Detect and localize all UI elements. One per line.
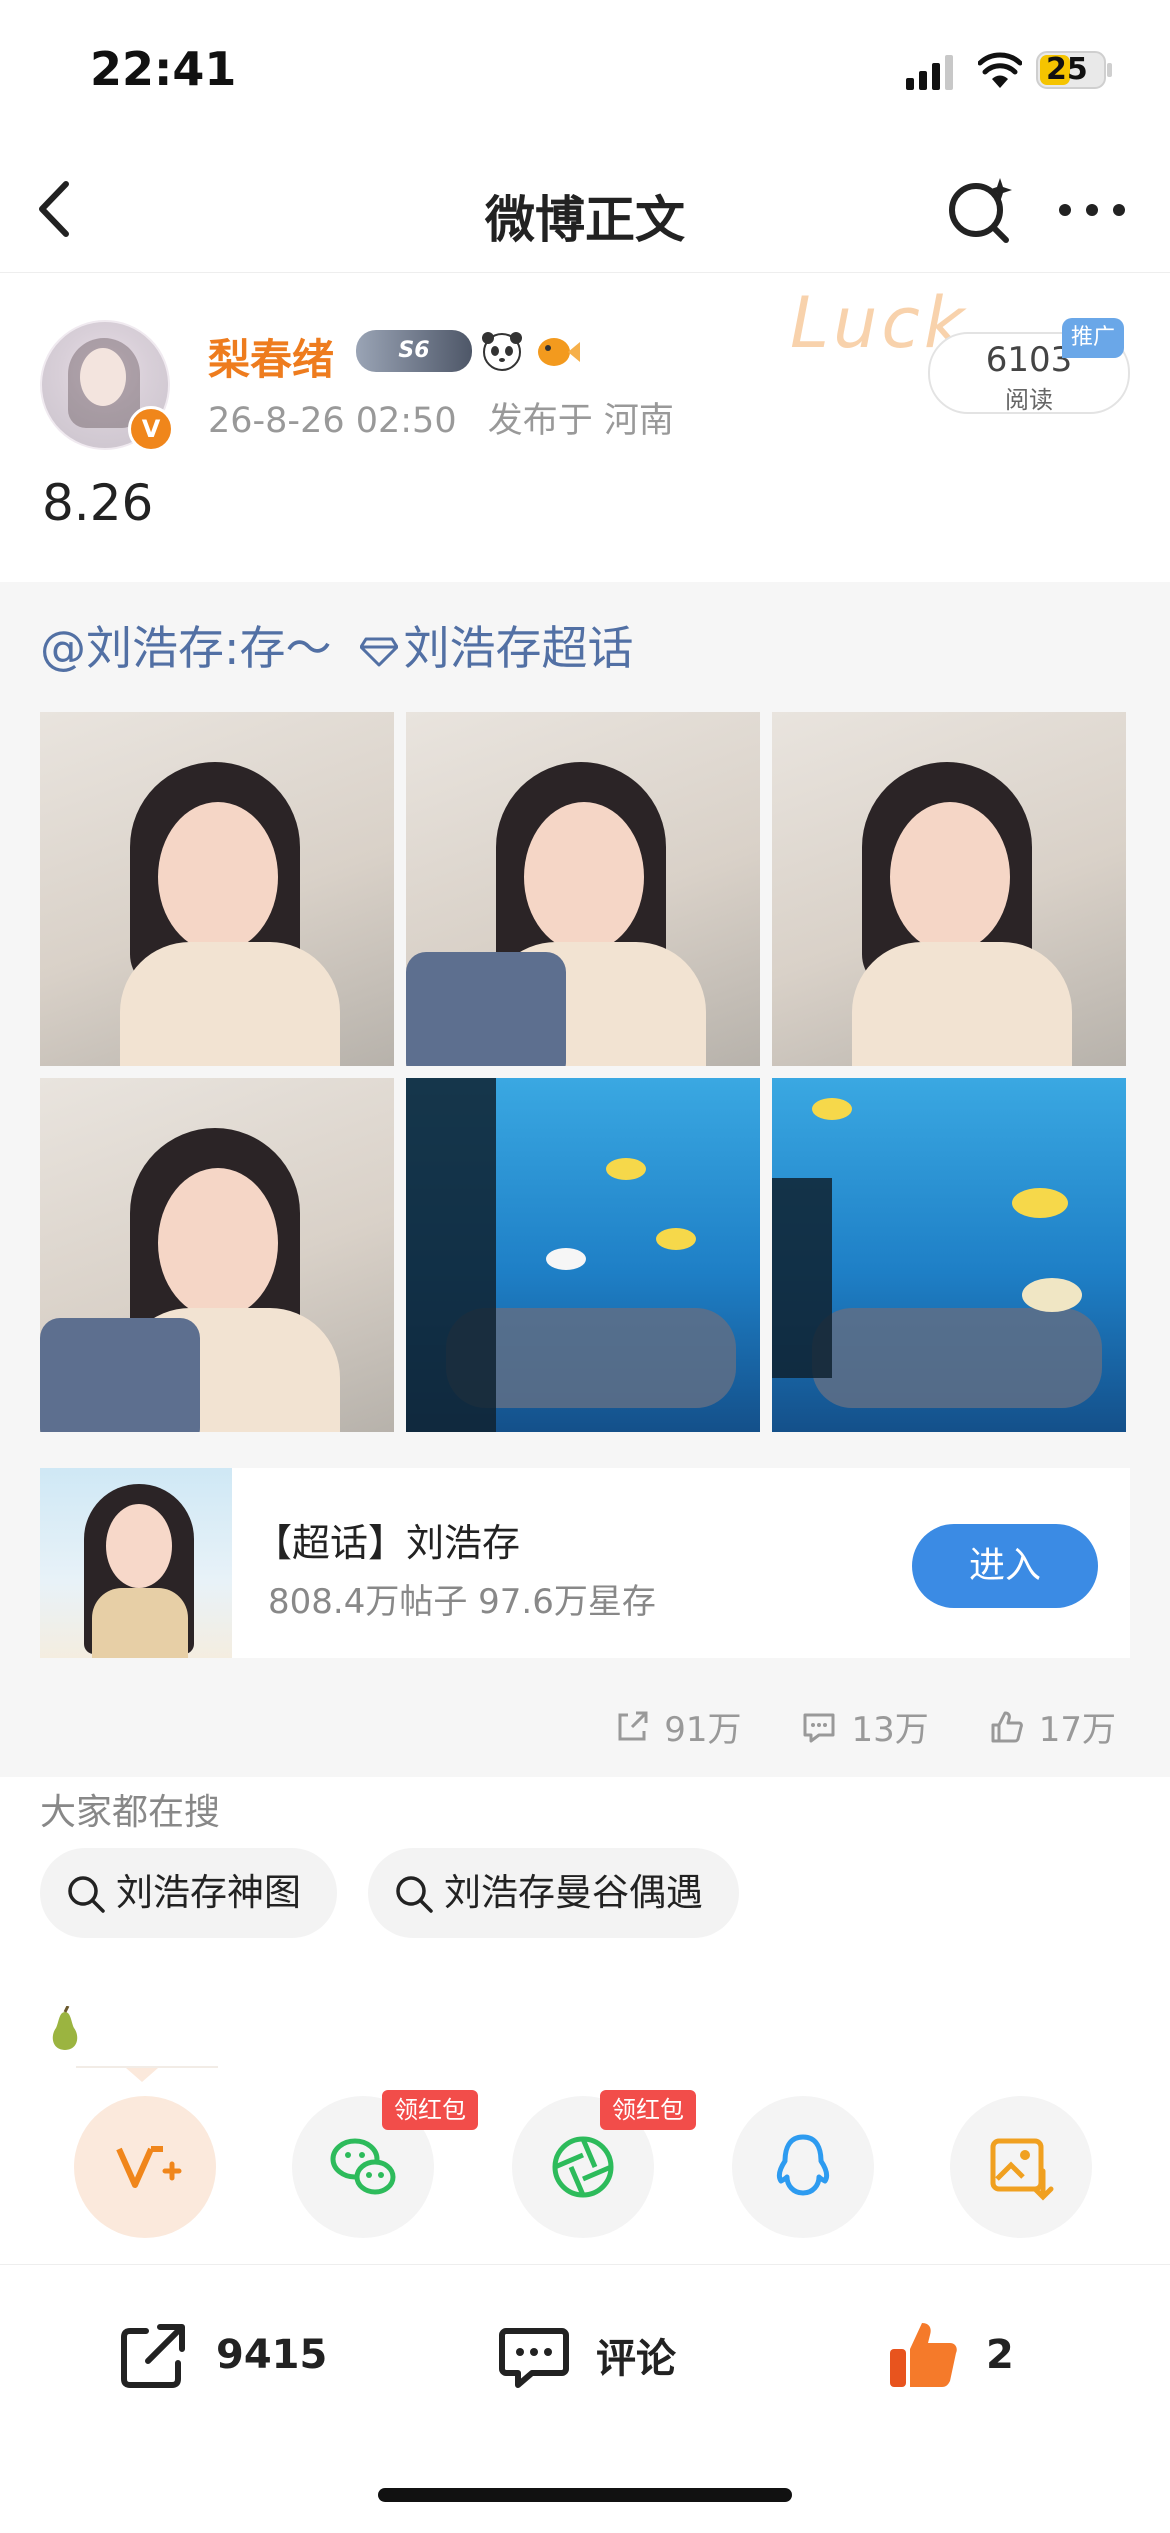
photo-4[interactable]	[40, 1078, 394, 1432]
wechat-icon	[330, 2138, 396, 2195]
weibo-vplus-icon	[116, 2146, 182, 2188]
qq-icon	[776, 2134, 830, 2196]
photo-face	[158, 1168, 278, 1318]
photo-fish	[1012, 1188, 1068, 1218]
more-options-icon[interactable]	[1055, 190, 1130, 230]
comment-icon	[499, 2328, 569, 2388]
photo-fish	[546, 1248, 586, 1270]
repost-actions: 91万 13万 17万	[614, 1702, 1116, 1751]
comment-button[interactable]: 评论	[496, 2305, 676, 2405]
supertopic-name: 【超话】刘浩存	[254, 1521, 521, 1565]
share-icon	[121, 2324, 185, 2388]
post-date: 26-8-26 02:50	[208, 401, 457, 441]
share-count: 9415	[216, 2332, 328, 2378]
photo-jeans	[40, 1318, 200, 1432]
repost-like-action[interactable]: 17万	[989, 1702, 1116, 1751]
pear-icon	[52, 2006, 78, 2050]
photo-3[interactable]	[772, 712, 1126, 1066]
supertopic-stats: 808.4万帖子 97.6万星存	[268, 1582, 656, 1622]
post-meta: 26-8-26 02:50 发布于 河南	[208, 392, 694, 443]
repost-text: @刘浩存:存～ 刘浩存超话	[40, 612, 634, 678]
photo-1[interactable]	[40, 712, 394, 1066]
nav-bar: 微博正文	[0, 150, 1170, 273]
photo-5[interactable]	[406, 1078, 760, 1432]
red-packet-badge: 领红包	[382, 2090, 478, 2130]
home-indicator[interactable]	[378, 2488, 792, 2502]
repost-mention[interactable]: @刘浩存:存～	[40, 621, 332, 675]
photo-fish	[606, 1158, 646, 1180]
photo-shirt	[120, 942, 340, 1066]
battery-indicator: 25	[1036, 50, 1114, 90]
member-level-badge: S6	[356, 330, 472, 372]
enter-button[interactable]: 进入	[912, 1524, 1098, 1608]
supertopic-thumbnail	[40, 1468, 232, 1658]
supertopic-link[interactable]: 刘浩存超话	[359, 621, 634, 675]
red-packet-badge: 领红包	[600, 2090, 696, 2130]
verified-badge-icon: V	[128, 406, 174, 452]
save-image-button[interactable]	[950, 2096, 1092, 2238]
share-button[interactable]: 9415	[116, 2305, 327, 2405]
photo-face	[158, 802, 278, 952]
thumb-face	[106, 1504, 172, 1588]
repost-share-action[interactable]: 91万	[614, 1702, 741, 1751]
reposted-content[interactable]: @刘浩存:存～ 刘浩存超话 【超话】刘浩存 808.4万帖子 97.6万星存 进…	[0, 582, 1170, 1777]
like-button[interactable]: 2	[886, 2305, 1014, 2405]
wifi-icon	[978, 52, 1022, 88]
photo-jeans	[406, 952, 566, 1066]
avatar-face	[80, 348, 126, 406]
promote-badge[interactable]: 推广	[1062, 318, 1124, 358]
photo-face	[890, 802, 1010, 952]
user-badges[interactable]: S6	[356, 326, 582, 376]
photo-silhouette	[772, 1178, 832, 1378]
photo-shirt	[852, 942, 1072, 1066]
thumbs-up-icon	[890, 2323, 957, 2387]
supertopic-link-label: 刘浩存超话	[403, 621, 634, 675]
goldfish-badge-icon	[538, 338, 580, 366]
trending-search-title: 大家都在搜	[40, 1792, 221, 1833]
diamond-icon	[359, 637, 398, 666]
photo-6[interactable]	[772, 1078, 1126, 1432]
comment-label: 评论	[596, 2336, 676, 2382]
repost-like-count: 17万	[1038, 1710, 1116, 1750]
search-suggestion-label: 刘浩存曼谷偶遇	[444, 1871, 703, 1914]
supertopic-card[interactable]: 【超话】刘浩存 808.4万帖子 97.6万星存 进入	[40, 1468, 1130, 1658]
photo-silhouette	[406, 1078, 496, 1432]
photo-fish	[1022, 1278, 1082, 1312]
status-time: 22:41	[90, 42, 237, 96]
photo-fish	[656, 1228, 696, 1250]
search-suggestion[interactable]: 刘浩存神图	[40, 1848, 337, 1938]
thumb-vest	[92, 1588, 188, 1658]
moments-icon	[552, 2136, 614, 2198]
battery-level: 25	[1046, 52, 1088, 87]
repost-share-count: 91万	[664, 1710, 742, 1750]
thumbs-up-icon	[991, 1711, 1023, 1742]
repost-comment-count: 13万	[851, 1710, 929, 1750]
search-suggestion-label: 刘浩存神图	[116, 1871, 301, 1914]
photo-face	[524, 802, 644, 952]
post-location: 发布于 河南	[487, 401, 674, 441]
search-icon	[68, 1876, 105, 1913]
save-image-icon	[990, 2138, 1054, 2201]
share-icon	[618, 1711, 648, 1740]
search-suggestion[interactable]: 刘浩存曼谷偶遇	[368, 1848, 739, 1938]
repost-comment-action[interactable]: 13万	[801, 1702, 929, 1751]
status-bar: 22:41 25	[0, 0, 1170, 150]
search-icon	[396, 1876, 433, 1913]
post-text: 8.26	[42, 474, 154, 532]
read-label: 阅读	[1005, 386, 1053, 414]
username[interactable]: 梨春绪	[208, 326, 334, 387]
pointer-caret	[126, 2068, 158, 2082]
photo-rock	[812, 1308, 1102, 1408]
photo-2[interactable]	[406, 712, 760, 1066]
panda-badge-icon	[482, 332, 522, 371]
share-qq-button[interactable]	[732, 2096, 874, 2238]
photo-fish	[812, 1098, 852, 1120]
cellular-signal-icon	[906, 55, 953, 90]
comment-icon	[803, 1713, 835, 1742]
share-weibo-button[interactable]	[74, 2096, 216, 2238]
search-sparkle-icon[interactable]	[940, 170, 1020, 250]
like-count: 2	[986, 2332, 1014, 2378]
